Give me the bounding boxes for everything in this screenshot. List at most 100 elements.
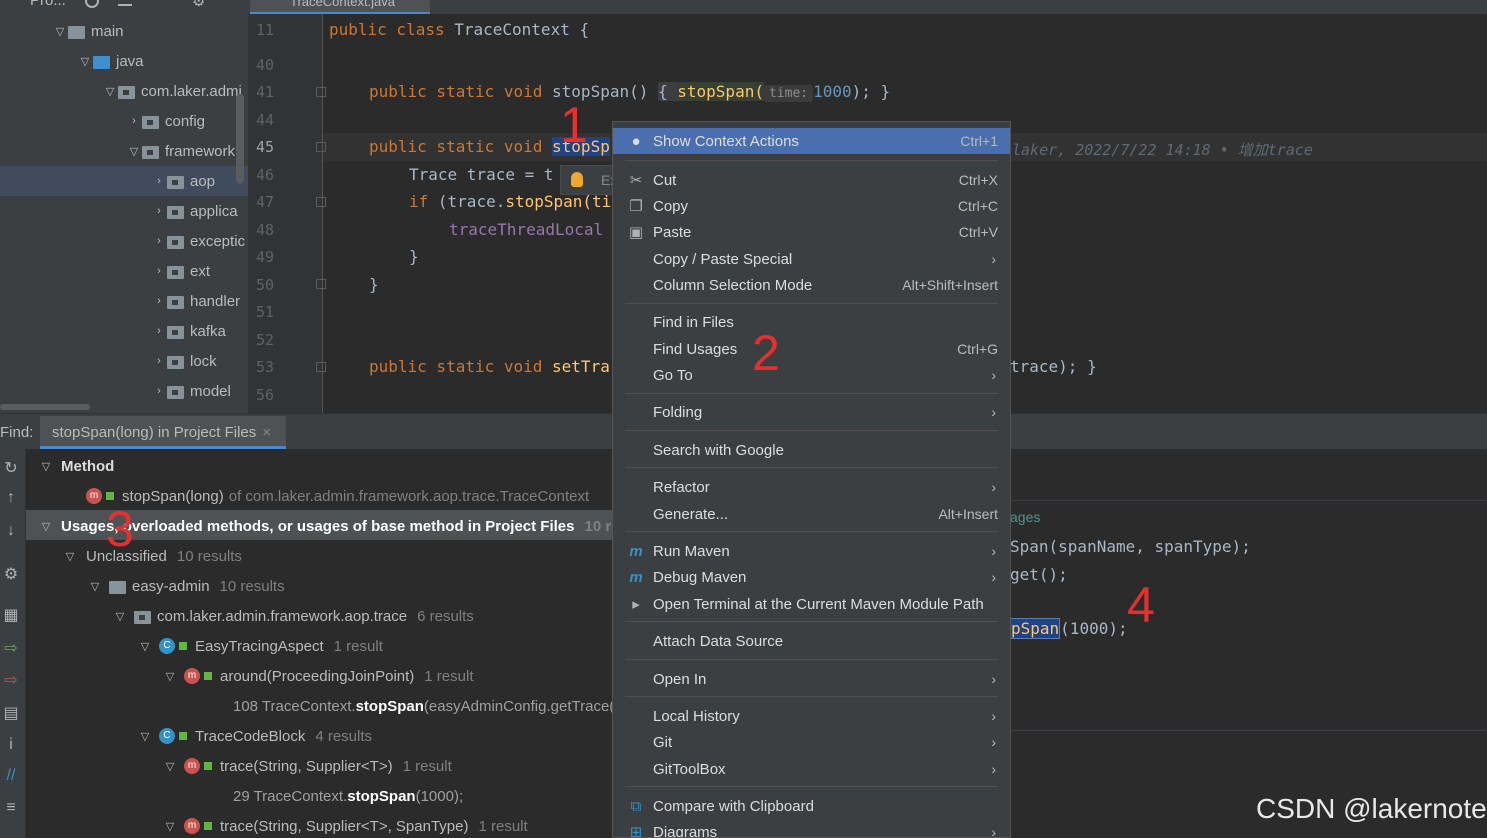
menu-item-column-selection-mode[interactable]: Column Selection Mode Alt+Shift+Insert [613,272,1010,298]
filter-folder-icon[interactable]: ▤ [0,703,22,725]
chevron-down-icon[interactable]: ▽ [162,820,178,833]
menu-item-paste[interactable]: ▣ Paste Ctrl+V [613,219,1010,245]
fold-marker-icon[interactable] [316,197,326,207]
menu-item-go-to[interactable]: Go To › [613,362,1010,388]
tree-node-module[interactable]: ▽ easy-admin 10 results [87,571,285,601]
chevron-right-icon[interactable]: › [151,355,167,367]
menu-item-generate[interactable]: Generate... Alt+Insert [613,501,1010,527]
tree-item-handler[interactable]: › handler [0,286,248,316]
menu-item-diagrams[interactable]: ⊞ Diagrams › [613,819,1010,838]
lightbulb-icon[interactable] [571,172,583,187]
chevron-down-icon[interactable]: ▽ [162,760,178,773]
fold-marker-icon[interactable] [316,362,326,372]
tab-tracecontext-java[interactable]: TraceContext.java [250,0,430,14]
collapse-all-icon[interactable] [118,0,132,6]
chevron-down-icon[interactable]: ▽ [62,550,78,563]
chevron-down-icon[interactable]: ▽ [162,670,178,683]
usage-row[interactable]: 29 TraceContext. stopSpan (1000); [233,781,463,811]
tree-item-kafka[interactable]: › kafka [0,316,248,346]
next-occurrence-icon[interactable]: ↓ [0,522,22,544]
menu-item-copy-paste-special[interactable]: Copy / Paste Special › [613,246,1010,272]
align-icon[interactable]: ≡ [0,799,22,821]
tab-find-results[interactable]: stopSpan(long) in Project Files × [40,416,286,449]
menu-item-find-in-files[interactable]: Find in Files [613,309,1010,335]
tree-node-method3[interactable]: ▽ m trace(String, Supplier<T>, SpanType) 1 … [162,811,528,838]
menu-item-search-with-google[interactable]: Search with Google [613,437,1010,463]
menu-item-gittoolbox[interactable]: GitToolBox › [613,756,1010,782]
usage-preview-pane[interactable] [1010,449,1487,838]
chevron-down-icon[interactable]: ▽ [87,580,103,593]
tree-node-method2[interactable]: ▽ m trace(String, Supplier<T>) 1 result [162,751,452,781]
menu-item-attach-data-source[interactable]: Attach Data Source [613,628,1010,654]
info-icon[interactable]: i [0,736,22,758]
chevron-down-icon[interactable]: ▽ [137,730,153,743]
usage-row[interactable]: 108 TraceContext. stopSpan (easyAdminConfi… [233,691,623,721]
previous-occurrence-icon[interactable]: ↑ [0,489,22,511]
chevron-down-icon[interactable]: ▽ [137,640,153,653]
tree-node-method1[interactable]: ▽ m around(ProceedingJoinPoint) 1 result [162,661,474,691]
chevron-right-icon[interactable]: › [151,235,167,247]
menu-item-find-usages[interactable]: Find Usages Ctrl+G [613,336,1010,362]
menu-item-refactor[interactable]: Refactor › [613,474,1010,500]
menu-item-copy[interactable]: ❐ Copy Ctrl+C [613,193,1010,219]
menu-item-cut[interactable]: ✂ Cut Ctrl+X [613,167,1010,193]
show-write-access-icon[interactable]: ⇨ [0,670,22,692]
menu-item-debug-maven[interactable]: m Debug Maven › [613,564,1010,590]
chevron-right-icon[interactable]: › [151,325,167,337]
settings-icon[interactable]: ⚙ [0,564,22,586]
gear-icon[interactable]: ⚙ [192,0,205,10]
show-read-access-icon[interactable]: ⇨ [0,638,22,660]
group-icon[interactable]: ▦ [0,605,22,627]
chevron-down-icon[interactable]: ▽ [102,85,118,98]
project-header-label[interactable]: Pro... [30,0,66,9]
tree-item-lock[interactable]: › lock [0,346,248,376]
tree-item-main[interactable]: ▽ main [0,16,248,46]
chevron-down-icon[interactable]: ▽ [38,520,54,533]
tree-item-framework[interactable]: ▽ framework [0,136,248,166]
project-horizontal-scrollbar[interactable] [0,404,90,410]
chevron-down-icon[interactable]: ▽ [112,610,128,623]
chevron-right-icon[interactable]: › [151,385,167,397]
chevron-down-icon[interactable]: ▽ [126,145,142,158]
menu-item-open-terminal-maven[interactable]: ▸ Open Terminal at the Current Maven Modu… [613,591,1010,617]
tree-item-config[interactable]: › config [0,106,248,136]
tree-item-java[interactable]: ▽ java [0,46,248,76]
fold-marker-icon[interactable] [316,87,326,97]
code-token: public static void [369,357,553,376]
tree-item-exception[interactable]: › exceptic [0,226,248,256]
fold-marker-icon[interactable] [316,142,326,152]
tree-node-class1[interactable]: ▽ C EasyTracingAspect 1 result [137,631,383,661]
menu-item-open-in[interactable]: Open In › [613,666,1010,692]
chevron-right-icon[interactable]: › [151,175,167,187]
menu-item-folding[interactable]: Folding › [613,399,1010,425]
tree-node-method-sig[interactable]: m stopSpan(long) of com.laker.admin.framew… [86,481,589,511]
rerun-icon[interactable]: ↻ [0,458,22,480]
tree-node-package[interactable]: ▽ com.laker.admin.framework.aop.trace 6 re… [112,601,474,631]
chevron-down-icon[interactable]: ▽ [52,25,68,38]
menu-item-local-history[interactable]: Local History › [613,703,1010,729]
fold-marker-icon[interactable] [316,279,326,289]
preview-icon[interactable]: // [0,767,22,789]
close-icon[interactable]: × [262,424,271,441]
chevron-right-icon[interactable]: › [151,205,167,217]
tree-item-model[interactable]: › model [0,376,248,406]
tree-item-ext[interactable]: › ext [0,256,248,286]
tree-node-method[interactable]: ▽ Method [38,451,115,481]
tree-item-com-laker-admin[interactable]: ▽ com.laker.admi [0,76,248,106]
menu-item-git[interactable]: Git › [613,729,1010,755]
project-vertical-scrollbar[interactable] [236,94,244,184]
menu-item-show-context-actions[interactable]: ● Show Context Actions Ctrl+1 [613,128,1010,154]
tree-item-application[interactable]: › applica [0,196,248,226]
chevron-right-icon[interactable]: › [151,295,167,307]
tree-node-class2[interactable]: ▽ C TraceCodeBlock 4 results [137,721,372,751]
target-icon[interactable] [85,0,99,8]
menu-item-compare-with-clipboard[interactable]: ⧉ Compare with Clipboard [613,793,1010,819]
menu-item-label: Run Maven [653,542,730,560]
chevron-down-icon[interactable]: ▽ [77,55,93,68]
menu-item-run-maven[interactable]: m Run Maven › [613,538,1010,564]
chevron-right-icon[interactable]: › [126,115,142,127]
tree-item-aop[interactable]: › aop [0,166,248,196]
chevron-right-icon[interactable]: › [151,265,167,277]
chevron-down-icon[interactable]: ▽ [38,460,54,473]
tree-node-unclassified[interactable]: ▽ Unclassified 10 results [62,541,242,571]
